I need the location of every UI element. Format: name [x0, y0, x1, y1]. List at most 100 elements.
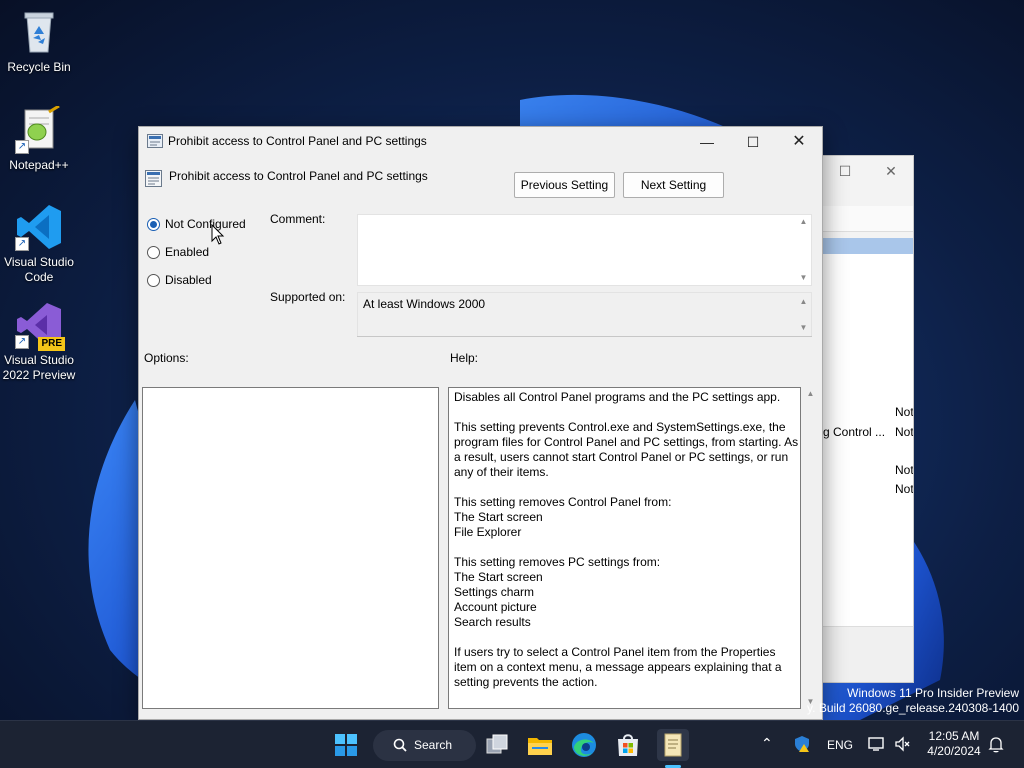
supported-on-scrollbar[interactable]: ▲ ▼	[795, 295, 812, 335]
search-icon	[393, 738, 407, 752]
clock[interactable]: 12:05 AM 4/20/2024	[926, 729, 982, 759]
help-paragraph: This setting removes Control Panel from:…	[454, 495, 799, 540]
close-icon[interactable]: ✕	[881, 161, 901, 181]
notepad-button[interactable]	[657, 729, 689, 761]
scroll-up-icon[interactable]: ▲	[795, 295, 812, 309]
help-line: This setting removes PC settings from:	[454, 555, 661, 569]
desktop-icon-label: Recycle Bin	[7, 60, 71, 74]
comment-scrollbar[interactable]: ▲ ▼	[795, 215, 812, 285]
help-text: Disables all Control Panel programs and …	[454, 390, 799, 705]
supported-on-divider	[357, 336, 812, 337]
desktop-icon-recycle-bin[interactable]: Recycle Bin	[0, 8, 78, 75]
taskbar: Search ⌃ ENG 12:05 AM 4/20/2024	[0, 720, 1024, 768]
radio-label: Enabled	[165, 245, 210, 259]
file-explorer-icon	[528, 738, 552, 755]
desktop-icon-visual-studio-preview[interactable]: PRE ↗ Visual Studio 2022 Preview	[0, 301, 78, 383]
minimize-button[interactable]: —	[684, 127, 730, 157]
previous-setting-button[interactable]: Previous Setting	[514, 172, 615, 198]
scroll-down-icon[interactable]: ▼	[795, 271, 812, 285]
clock-date: 4/20/2024	[927, 744, 981, 758]
network-tray-button[interactable]	[868, 736, 886, 755]
help-line: Search results	[454, 615, 531, 629]
background-row-name: g Control ...	[823, 425, 886, 439]
chevron-up-icon: ⌃	[761, 735, 773, 751]
background-window[interactable]: ☐ ✕ Not g Control ... Not Not Not	[822, 155, 914, 683]
help-line: If users try to select a Control Panel i…	[454, 645, 782, 689]
help-paragraph: This setting prevents Control.exe and Sy…	[454, 420, 799, 480]
scroll-up-icon[interactable]: ▲	[795, 215, 812, 229]
help-pane[interactable]: Disables all Control Panel programs and …	[448, 387, 801, 709]
volume-tray-button[interactable]	[894, 736, 910, 755]
radio-label: Disabled	[165, 273, 212, 287]
scroll-up-icon[interactable]: ▲	[802, 387, 819, 401]
task-view-icon	[486, 734, 508, 754]
notepad-plus-plus-icon: ↗	[15, 104, 63, 154]
supported-on-label: Supported on:	[270, 290, 346, 304]
taskbar-search[interactable]: Search	[373, 730, 476, 761]
maximize-icon[interactable]: ☐	[835, 161, 855, 181]
maximize-button[interactable]: ☐	[730, 127, 776, 157]
help-line: The Start screen	[454, 510, 543, 524]
desktop-icon-notepad-plus-plus[interactable]: ↗ Notepad++	[0, 104, 78, 173]
radio-circle[interactable]	[147, 246, 160, 259]
desktop-icon-label: Visual Studio 2022 Preview	[2, 353, 76, 382]
recycle-bin-icon	[15, 8, 63, 56]
task-view-button[interactable]	[481, 729, 513, 761]
language-indicator[interactable]: ENG	[827, 738, 853, 752]
dialog-titlebar[interactable]: Prohibit access to Control Panel and PC …	[139, 127, 822, 157]
scroll-down-icon[interactable]: ▼	[795, 321, 812, 335]
help-paragraph: This setting removes PC settings from: T…	[454, 555, 799, 630]
radio-label: Not Configured	[165, 217, 246, 231]
start-icon	[335, 734, 357, 756]
help-line: This setting prevents Control.exe and Sy…	[454, 420, 799, 479]
comment-field[interactable]	[357, 214, 812, 286]
setting-name: Prohibit access to Control Panel and PC …	[169, 169, 428, 183]
show-hidden-icons-button[interactable]: ⌃	[761, 735, 773, 752]
help-scrollbar[interactable]: ▲ ▼	[802, 387, 819, 709]
watermark-build: y. Build 26080.ge_release.240308-1400	[807, 701, 1019, 715]
edge-icon	[572, 733, 596, 757]
edge-button[interactable]	[568, 729, 600, 761]
vscode-icon: ↗	[15, 203, 63, 251]
background-window-toolbar	[823, 206, 913, 232]
store-button[interactable]	[612, 729, 644, 761]
help-line: Settings charm	[454, 585, 535, 599]
clock-time: 12:05 AM	[928, 729, 980, 743]
help-line: The Start screen	[454, 570, 543, 584]
bell-icon	[988, 737, 1004, 753]
options-pane[interactable]	[142, 387, 439, 709]
network-icon	[868, 737, 884, 751]
file-explorer-button[interactable]	[524, 729, 556, 761]
background-window-footer	[823, 626, 913, 682]
radio-circle-checked[interactable]	[147, 218, 160, 231]
next-setting-button[interactable]: Next Setting	[623, 172, 724, 198]
start-button[interactable]	[330, 729, 362, 761]
close-button[interactable]: ✕	[776, 127, 822, 157]
policy-setting-dialog[interactable]: Prohibit access to Control Panel and PC …	[138, 126, 823, 720]
dialog-title: Prohibit access to Control Panel and PC …	[168, 134, 427, 148]
help-line: File Explorer	[454, 525, 522, 539]
supported-on-value: At least Windows 2000	[363, 297, 486, 311]
volume-muted-icon	[895, 736, 910, 752]
background-row-status: Not	[895, 482, 914, 496]
security-tray-button[interactable]	[793, 735, 811, 756]
notifications-button[interactable]	[988, 736, 1004, 756]
store-icon	[618, 734, 638, 756]
desktop-icon-label: Visual Studio Code	[4, 255, 74, 284]
shortcut-arrow-icon: ↗	[15, 237, 29, 251]
shortcut-arrow-icon: ↗	[15, 335, 29, 349]
watermark-edition: Windows 11 Pro Insider Preview	[847, 686, 1019, 700]
help-label: Help:	[450, 351, 479, 365]
search-label: Search	[414, 738, 453, 752]
radio-circle[interactable]	[147, 274, 160, 287]
notepad-icon	[664, 733, 682, 757]
help-paragraph: Disables all Control Panel programs and …	[454, 390, 799, 405]
policy-icon	[147, 134, 163, 148]
shield-warning-icon	[795, 736, 809, 752]
desktop-icon-label: Notepad++	[9, 158, 69, 172]
desktop-icon-vscode[interactable]: ↗ Visual Studio Code	[0, 203, 78, 285]
background-row-status: Not	[895, 425, 914, 439]
build-watermark: Windows 11 Pro Insider Preview y. Build …	[807, 686, 1019, 716]
shortcut-arrow-icon: ↗	[15, 140, 29, 154]
mouse-cursor-icon	[211, 224, 225, 245]
